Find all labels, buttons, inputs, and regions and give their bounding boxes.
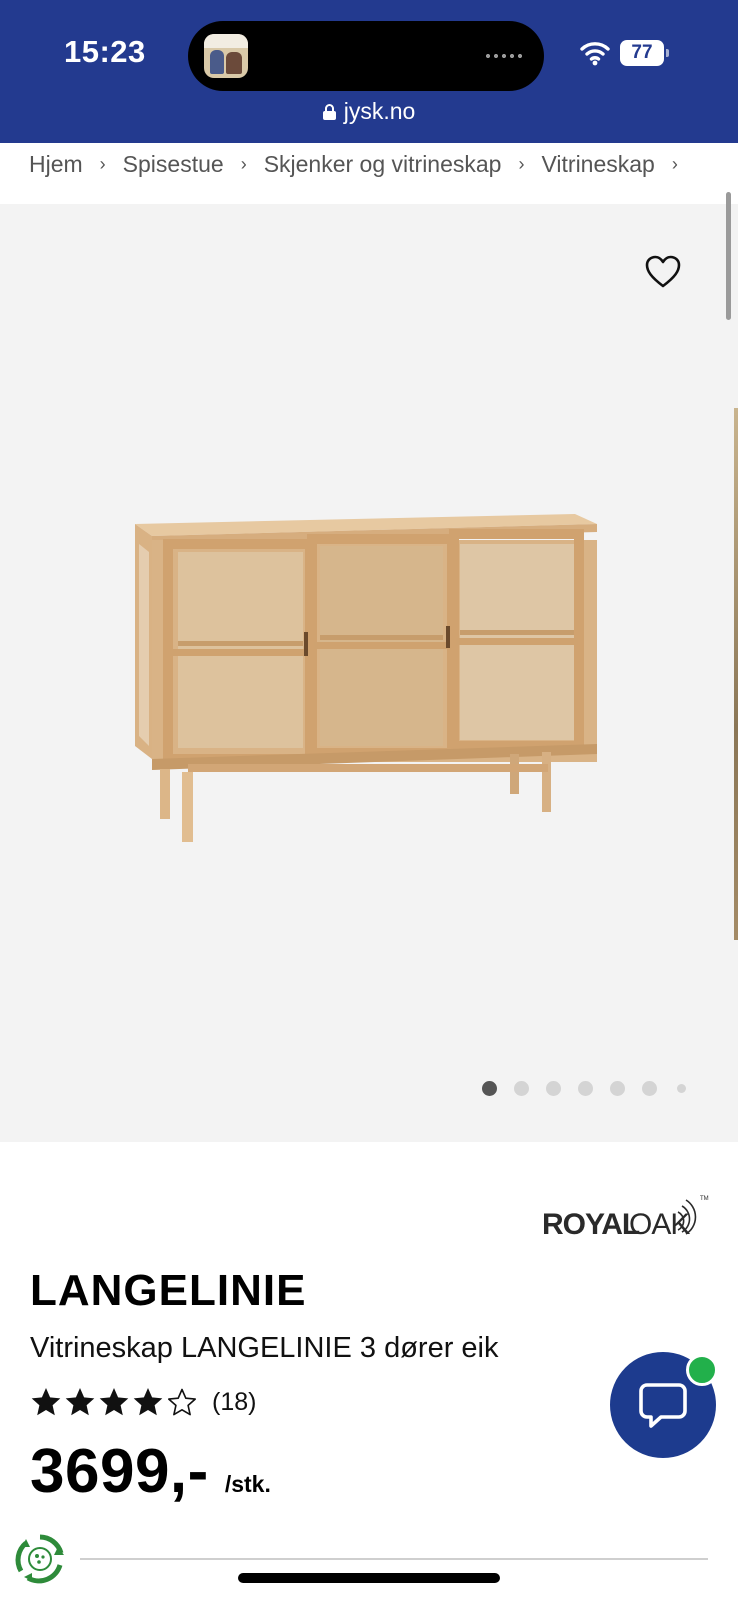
status-time: 15:23 [64,34,146,69]
gallery-dot[interactable] [514,1080,529,1096]
star-filled-icon [65,1388,95,1416]
chevron-right-icon: › [671,153,678,174]
gallery-dot[interactable] [642,1080,657,1096]
breadcrumb-item-display-cabinets[interactable]: Vitrineskap [541,151,654,178]
price-unit: /stk. [224,1471,271,1497]
chevron-right-icon: › [240,153,247,174]
battery-icon: 77 [620,40,670,66]
star-filled-icon [133,1388,163,1416]
product-description: Vitrineskap LANGELINIE 3 dører eik [30,1332,499,1364]
now-playing-thumbnail[interactable] [204,34,248,78]
browser-top-bar: 15:23 77 jysk.no [0,0,738,143]
star-outline-icon [167,1388,197,1416]
chevron-right-icon: › [99,153,106,174]
address-bar[interactable]: jysk.no [0,98,738,125]
price-block: 3699,- /stk. [30,1436,271,1507]
svg-text:ROYAL: ROYAL [542,1208,640,1240]
product-image-cabinet[interactable] [130,514,600,859]
breadcrumb: Hjem › Spisestue › Skjenker og vitrinesk… [29,147,695,181]
product-price: 3699,- [30,1437,209,1506]
lock-icon [322,104,336,120]
svg-text:OAK: OAK [629,1208,690,1240]
url-text: jysk.no [343,98,416,124]
review-count[interactable]: (18) [212,1388,256,1417]
breadcrumb-item-dining-room[interactable]: Spisestue [123,151,224,178]
chevron-right-icon: › [518,153,525,174]
gallery-dot[interactable] [546,1080,561,1096]
star-filled-icon [31,1388,61,1416]
gallery-pagination [482,1080,703,1096]
gallery-dot[interactable] [482,1080,497,1096]
online-status-badge [686,1354,718,1386]
heart-icon[interactable] [645,255,681,289]
wifi-icon [580,42,610,66]
gallery-dot[interactable] [610,1080,625,1096]
product-title: LANGELINIE [30,1266,307,1315]
gallery-dot[interactable] [677,1083,686,1093]
audio-activity-icon [484,52,524,60]
breadcrumb-item-home[interactable]: Hjem [29,151,83,178]
recycle-eco-icon[interactable] [14,1533,66,1585]
star-filled-icon [99,1388,129,1416]
product-rating[interactable]: (18) [30,1384,256,1420]
next-image-preview[interactable] [734,408,738,940]
breadcrumb-item-sideboards[interactable]: Skjenker og vitrineskap [264,151,502,178]
dynamic-island[interactable] [188,21,544,91]
battery-level: 77 [631,42,653,63]
home-indicator[interactable] [238,1573,500,1583]
page-scrollbar[interactable] [726,192,731,320]
brand-logo-royal-oak: ROYAL OAK TM [542,1196,709,1240]
gallery-dot[interactable] [578,1080,593,1096]
section-divider [80,1558,708,1560]
svg-text:TM: TM [700,1196,709,1202]
chat-bubble-icon [639,1383,687,1428]
